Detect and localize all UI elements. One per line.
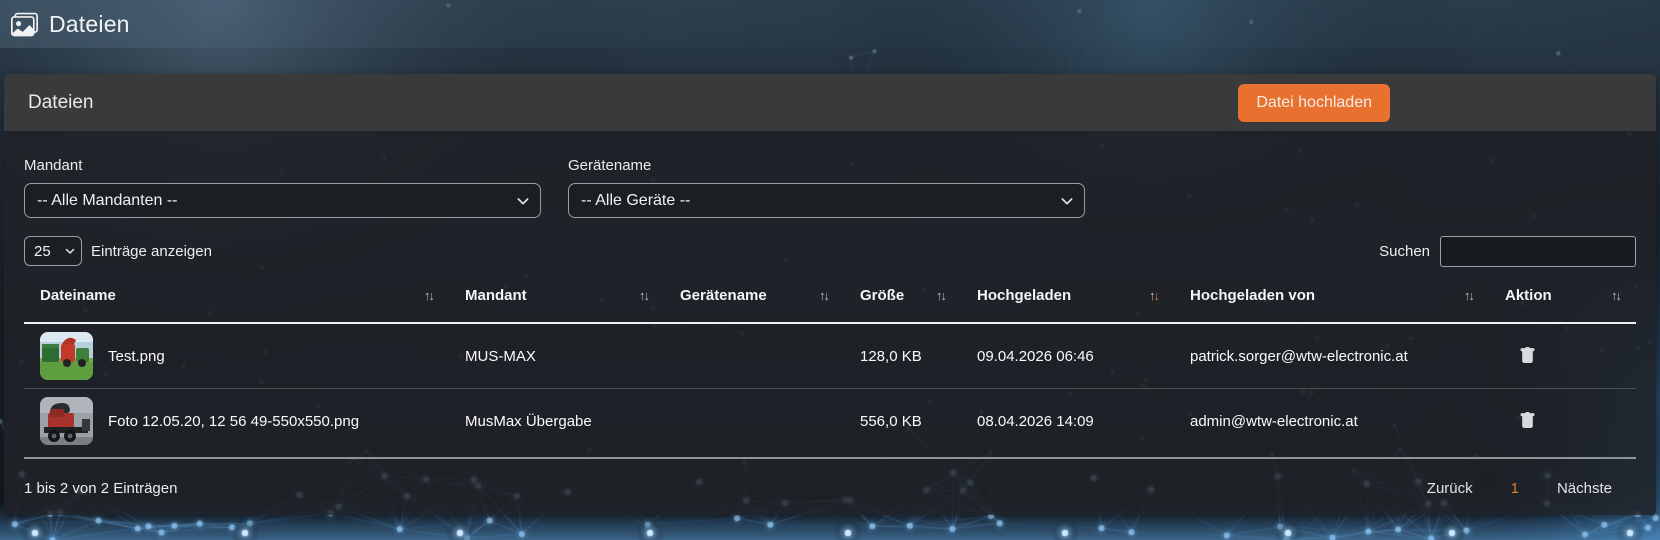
- pagination-current-page[interactable]: 1: [1511, 480, 1519, 497]
- column-header-geraetename[interactable]: Gerätename ↑↓: [664, 269, 844, 324]
- app-header: Dateien: [0, 0, 1660, 48]
- file-name: Foto 12.05.20, 12 56 49-550x550.png: [108, 412, 360, 430]
- cell-mandant: MusMax Übergabe: [449, 388, 664, 459]
- sort-arrows-icon: ↑↓: [1464, 288, 1475, 303]
- results-info: 1 bis 2 von 2 Einträgen: [24, 480, 178, 497]
- table-controls: 25 Einträge anzeigen Suchen: [24, 235, 1636, 267]
- delete-file-button[interactable]: [1517, 409, 1538, 432]
- filter-row: Mandant -- Alle Mandanten -- Gerätename …: [24, 157, 1636, 218]
- column-header-mandant[interactable]: Mandant ↑↓: [449, 269, 664, 324]
- pagination: Zurück 1 Nächste: [1427, 480, 1636, 497]
- panel-title: Dateien: [28, 91, 94, 113]
- column-header-hochgeladen[interactable]: Hochgeladen ↑↓: [961, 269, 1174, 324]
- sort-arrows-icon: ↑↓: [424, 288, 435, 303]
- thumbnail-harvester-field-photo: [40, 332, 93, 380]
- geraetename-select[interactable]: -- Alle Geräte --: [568, 183, 1085, 218]
- panel-header: Dateien Datei hochladen: [4, 74, 1656, 131]
- sort-arrows-icon: ↑↓: [819, 288, 830, 303]
- cell-geraetename: [664, 323, 844, 389]
- table-row: Test.png MUS-MAX 128,0 KB 09.04.2026 06:…: [24, 323, 1636, 389]
- cell-groesse: 556,0 KB: [844, 388, 961, 459]
- mandant-label: Mandant: [24, 157, 83, 174]
- trash-icon: [1520, 411, 1535, 428]
- cell-hochgeladen: 08.04.2026 14:09: [961, 388, 1174, 459]
- page-length-select[interactable]: 25: [24, 236, 82, 266]
- delete-file-button[interactable]: [1517, 344, 1538, 367]
- column-header-groesse[interactable]: Größe ↑↓: [844, 269, 961, 324]
- sort-arrows-icon: ↑↓: [1149, 288, 1160, 303]
- sort-arrows-icon: ↑↓: [936, 288, 947, 303]
- upload-file-button[interactable]: Datei hochladen: [1238, 83, 1390, 122]
- files-panel: Dateien Datei hochladen Mandant -- Alle …: [4, 74, 1656, 515]
- table-footer: 1 bis 2 von 2 Einträgen Zurück 1 Nächste: [24, 480, 1636, 501]
- page-length-label: Einträge anzeigen: [91, 242, 212, 260]
- images-icon: [11, 11, 38, 38]
- files-table: Dateiname ↑↓ Mandant ↑↓ Gerätename ↑↓ Gr…: [24, 269, 1636, 459]
- cell-mandant: MUS-MAX: [449, 323, 664, 389]
- column-header-aktion[interactable]: Aktion ↑↓: [1489, 269, 1636, 324]
- column-header-hochgeladen-von[interactable]: Hochgeladen von ↑↓: [1174, 269, 1489, 324]
- cell-groesse: 128,0 KB: [844, 323, 961, 389]
- sort-arrows-icon: ↑↓: [639, 288, 650, 303]
- cell-hochgeladen: 09.04.2026 06:46: [961, 323, 1174, 389]
- thumbnail-wood-chipper-photo: [40, 397, 93, 445]
- mandant-select[interactable]: -- Alle Mandanten --: [24, 183, 541, 218]
- cell-geraetename: [664, 388, 844, 459]
- cell-hochgeladen-von: patrick.sorger@wtw-electronic.at: [1174, 323, 1489, 389]
- file-name: Test.png: [108, 347, 165, 365]
- pagination-previous[interactable]: Zurück: [1427, 480, 1473, 497]
- pagination-next[interactable]: Nächste: [1557, 480, 1612, 497]
- table-header-row: Dateiname ↑↓ Mandant ↑↓ Gerätename ↑↓ Gr…: [24, 269, 1636, 324]
- trash-icon: [1520, 346, 1535, 363]
- search-label: Suchen: [1379, 242, 1430, 260]
- page-title: Dateien: [49, 10, 130, 37]
- table-row: Foto 12.05.20, 12 56 49-550x550.png MusM…: [24, 388, 1636, 459]
- cell-hochgeladen-von: admin@wtw-electronic.at: [1174, 388, 1489, 459]
- search-input[interactable]: [1440, 235, 1636, 267]
- geraetename-label: Gerätename: [568, 157, 652, 174]
- column-header-dateiname[interactable]: Dateiname ↑↓: [24, 269, 449, 324]
- sort-arrows-icon: ↑↓: [1611, 288, 1622, 303]
